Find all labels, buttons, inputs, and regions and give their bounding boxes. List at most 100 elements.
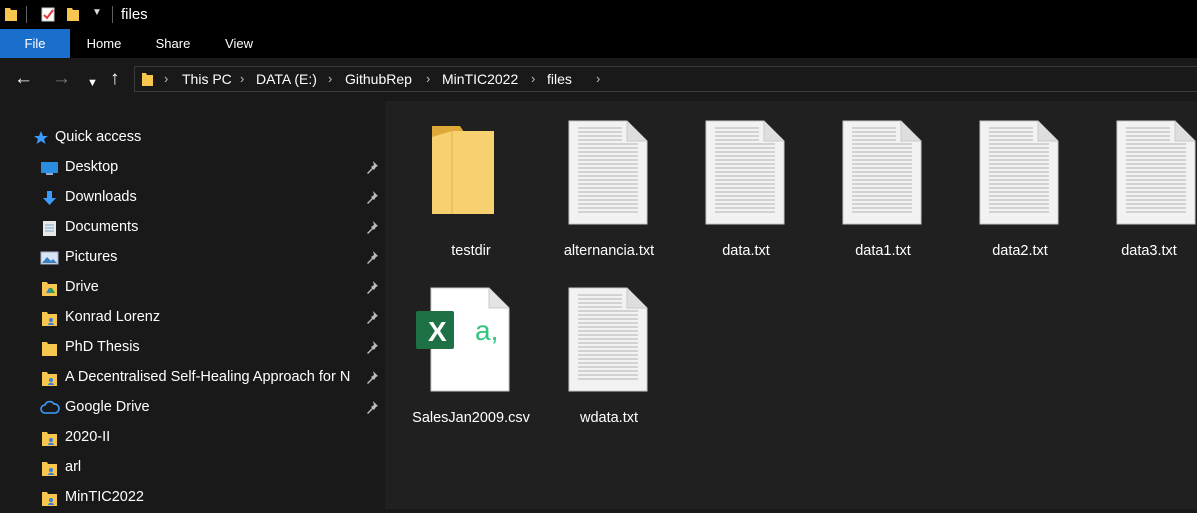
chevron-right-icon[interactable]: › — [426, 71, 430, 86]
tab-file[interactable]: File — [0, 29, 70, 58]
up-arrow-icon[interactable]: ↑ — [110, 69, 120, 89]
sidebar-item-label: Quick access — [55, 129, 142, 145]
sidebar-item-label: 2020-II — [65, 429, 111, 445]
sidebar-item-google-drive[interactable]: Google Drive — [0, 393, 384, 423]
pin-icon[interactable] — [365, 340, 379, 354]
file-item-data2[interactable]: data2.txt — [965, 111, 1075, 271]
text-file-icon — [1116, 120, 1196, 225]
tab-share[interactable]: Share — [148, 29, 198, 58]
breadcrumb-files[interactable]: files — [547, 71, 572, 87]
folder-icon — [142, 73, 153, 86]
sidebar-item-label: Downloads — [65, 189, 137, 205]
navigation-bar: ← → ▼ ↑ › This PC › DATA (E:) › GithubRe… — [0, 58, 1197, 101]
cloud-icon — [40, 400, 60, 414]
text-file-icon — [705, 120, 785, 225]
file-name: testdir — [451, 243, 491, 259]
sidebar-item-documents[interactable]: Documents — [0, 213, 384, 243]
pin-icon[interactable] — [365, 160, 379, 174]
sidebar-item-drive[interactable]: Drive — [0, 273, 384, 303]
pin-icon[interactable] — [365, 280, 379, 294]
sidebar-item-konrad-lorenz[interactable]: Konrad Lorenz — [0, 303, 384, 333]
pictures-icon — [40, 251, 59, 265]
drive-folder-icon — [42, 282, 57, 296]
star-icon — [34, 131, 48, 144]
file-item-data[interactable]: data.txt — [691, 111, 801, 271]
sidebar-item-decentralised[interactable]: A Decentralised Self-Healing Approach fo… — [0, 363, 384, 393]
file-name: data2.txt — [992, 243, 1048, 259]
file-name: alternancia.txt — [563, 243, 655, 259]
shared-folder-icon — [42, 312, 57, 326]
text-file-icon — [568, 287, 648, 392]
sidebar-item-label: A Decentralised Self-Healing Approach fo… — [65, 369, 351, 385]
pin-icon[interactable] — [365, 400, 379, 414]
sidebar-item-label: Drive — [65, 279, 99, 295]
file-name: data3.txt — [1121, 243, 1177, 259]
excel-badge: X — [428, 316, 447, 347]
csv-glyph: a, — [475, 315, 499, 346]
sidebar-item-label: PhD Thesis — [65, 339, 140, 355]
back-arrow-icon[interactable]: ← — [14, 69, 33, 89]
sidebar-item-label: Desktop — [65, 159, 119, 175]
chevron-right-icon[interactable]: › — [164, 71, 168, 86]
sidebar-item-downloads[interactable]: Downloads — [0, 183, 384, 213]
forward-arrow-icon[interactable]: → — [52, 69, 71, 89]
sidebar-item-label: Google Drive — [65, 399, 150, 415]
sidebar-item-phd-thesis[interactable]: PhD Thesis — [0, 333, 384, 363]
folder-icon — [42, 342, 57, 356]
properties-icon[interactable] — [40, 6, 56, 23]
title-bar: ▼ files — [0, 0, 1197, 29]
breadcrumb-this-pc[interactable]: This PC — [182, 71, 232, 87]
file-item-data3[interactable]: data3.txt — [1102, 111, 1197, 271]
file-item-wdata[interactable]: wdata.txt — [554, 278, 664, 438]
quick-access-item[interactable]: Quick access — [0, 123, 384, 153]
file-list: testdir alternancia.txt data.txt data1.t… — [385, 101, 1197, 509]
address-bar[interactable]: › This PC › DATA (E:) › GithubRep › MinT… — [134, 66, 1197, 92]
shared-folder-icon — [42, 462, 57, 476]
separator — [26, 6, 27, 23]
file-name: data.txt — [722, 243, 770, 259]
separator — [112, 6, 113, 23]
breadcrumb-drive[interactable]: DATA (E:) — [256, 71, 317, 87]
folder-icon[interactable] — [4, 6, 18, 22]
file-item-testdir[interactable]: testdir — [416, 111, 526, 271]
shared-folder-icon — [42, 492, 57, 506]
pin-icon[interactable] — [365, 220, 379, 234]
desktop-icon — [41, 162, 58, 175]
sidebar-item-2020-ii[interactable]: 2020-II — [0, 423, 384, 453]
tab-view[interactable]: View — [216, 29, 262, 58]
file-name: SalesJan2009.csv — [412, 410, 530, 426]
sidebar-item-arl[interactable]: arl — [0, 453, 384, 483]
shared-folder-icon — [42, 372, 57, 386]
pin-icon[interactable] — [365, 250, 379, 264]
chevron-right-icon[interactable]: › — [596, 71, 600, 86]
chevron-right-icon[interactable]: › — [328, 71, 332, 86]
folder-icon — [432, 126, 494, 214]
file-item-data1[interactable]: data1.txt — [828, 111, 938, 271]
file-name: wdata.txt — [579, 410, 639, 426]
breadcrumb-githubrep[interactable]: GithubRep — [345, 71, 412, 87]
pin-icon[interactable] — [365, 190, 379, 204]
file-item-alternancia[interactable]: alternancia.txt — [554, 111, 664, 271]
tab-home[interactable]: Home — [80, 29, 128, 58]
text-file-icon — [842, 120, 922, 225]
chevron-right-icon[interactable]: › — [240, 71, 244, 86]
chevron-right-icon[interactable]: › — [531, 71, 535, 86]
pin-icon[interactable] — [365, 310, 379, 324]
pin-icon[interactable] — [365, 370, 379, 384]
ribbon-tabs: File Home Share View — [0, 29, 1197, 58]
customize-dropdown-icon[interactable]: ▼ — [92, 7, 102, 18]
new-folder-icon[interactable] — [66, 6, 80, 22]
sidebar-item-desktop[interactable]: Desktop — [0, 153, 384, 183]
breadcrumb-mintic2022[interactable]: MinTIC2022 — [442, 71, 518, 87]
file-name: data1.txt — [855, 243, 911, 259]
sidebar-item-pictures[interactable]: Pictures — [0, 243, 384, 273]
sidebar-item-label: MinTIC2022 — [65, 489, 144, 505]
navigation-pane: Quick access Desktop Downloads Documents… — [0, 101, 384, 509]
window-title: files — [121, 6, 148, 23]
sidebar-item-label: Pictures — [65, 249, 118, 265]
documents-icon — [43, 221, 56, 236]
sidebar-item-label: arl — [65, 459, 82, 475]
file-item-salesjan2009[interactable]: X a, SalesJan2009.csv — [412, 278, 530, 438]
text-file-icon — [568, 120, 648, 225]
recent-locations-chevron-icon[interactable]: ▼ — [87, 73, 98, 93]
